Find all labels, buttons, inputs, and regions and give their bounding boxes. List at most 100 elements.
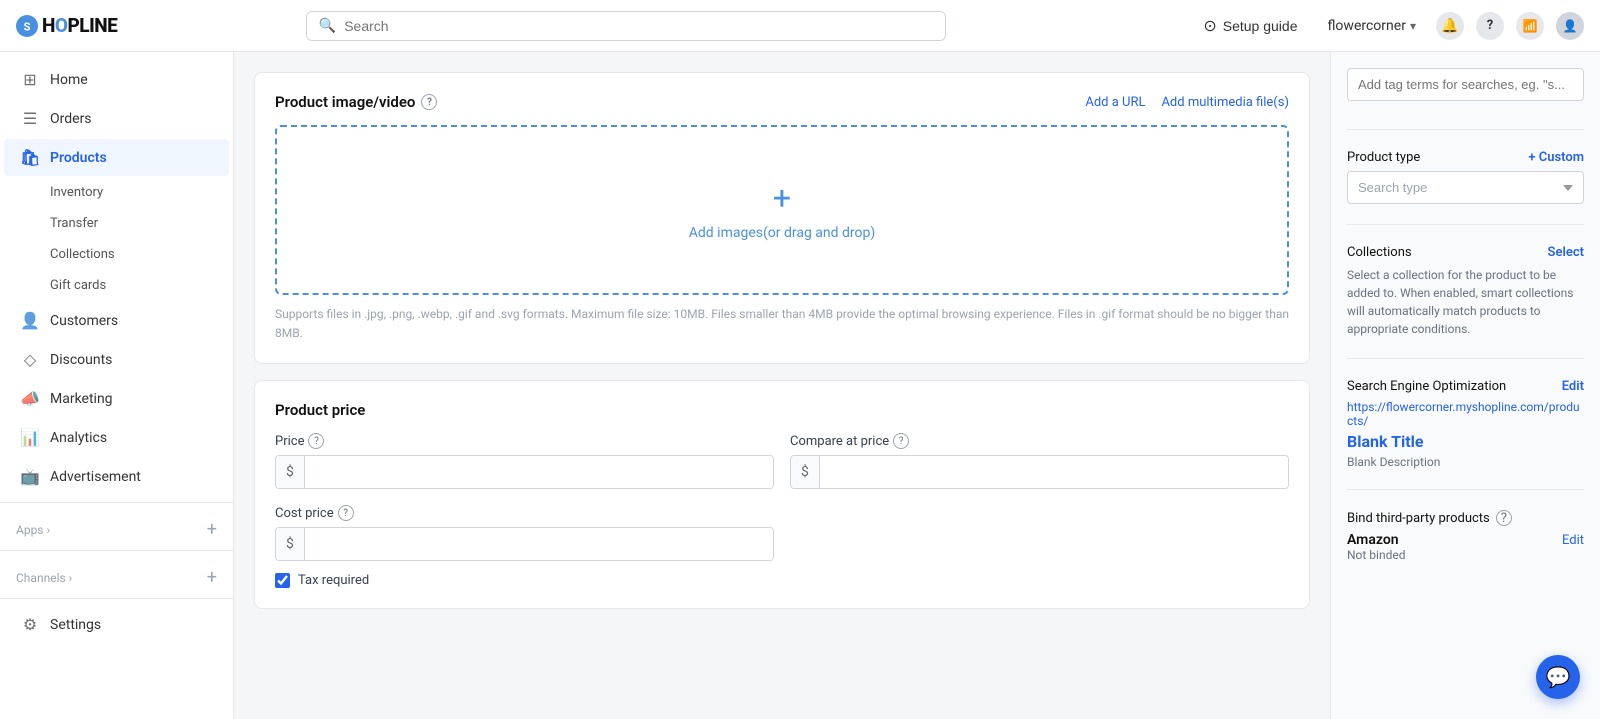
product-image-card: Product image/video ? Add a URL Add mult… bbox=[254, 72, 1310, 364]
customers-icon: 👤 bbox=[20, 311, 40, 330]
price-input[interactable] bbox=[305, 456, 773, 488]
collections-select-button[interactable]: Select bbox=[1548, 245, 1584, 260]
orders-icon: ☰ bbox=[20, 109, 40, 128]
seo-url: https://flowercorner.myshopline.com/prod… bbox=[1347, 400, 1584, 428]
search-input[interactable] bbox=[344, 18, 933, 34]
setup-guide-button[interactable]: ⊙ Setup guide bbox=[1193, 10, 1307, 42]
cost-price-label: Cost price ? bbox=[275, 505, 774, 521]
price-input-wrapper: $ bbox=[275, 455, 774, 489]
seo-product-title: Blank Title bbox=[1347, 432, 1584, 451]
compare-price-help-icon[interactable]: ? bbox=[893, 433, 909, 449]
search-bar: 🔍 bbox=[306, 11, 946, 41]
sidebar-item-advertisement[interactable]: 📺 Advertisement bbox=[4, 458, 229, 495]
header-right: ⊙ Setup guide flowercorner ▾ 🔔 ? 📶 👤 bbox=[1193, 10, 1584, 42]
collections-header: Collections Select bbox=[1347, 245, 1584, 260]
chevron-down-icon: ▾ bbox=[1410, 19, 1416, 33]
seo-header: Search Engine Optimization Edit bbox=[1347, 379, 1584, 394]
sidebar-item-products[interactable]: 🛍 Products bbox=[4, 139, 229, 176]
upload-text: Add images(or drag and drop) bbox=[689, 225, 875, 241]
bind-label: Bind third-party products bbox=[1347, 511, 1490, 526]
bind-section: Bind third-party products ? Amazon Edit … bbox=[1347, 510, 1584, 582]
wifi-button[interactable]: 📶 bbox=[1516, 12, 1544, 40]
apps-add-button[interactable]: + bbox=[207, 519, 217, 540]
add-url-button[interactable]: Add a URL bbox=[1085, 95, 1145, 110]
sidebar-item-discounts[interactable]: ◇ Discounts bbox=[4, 341, 229, 378]
product-price-title: Product price bbox=[275, 401, 1289, 419]
sidebar-sub-label: Transfer bbox=[50, 216, 98, 231]
price-help-icon[interactable]: ? bbox=[308, 433, 324, 449]
apps-label[interactable]: Apps › bbox=[16, 523, 50, 537]
sidebar-item-label: Advertisement bbox=[50, 469, 141, 485]
sidebar-sub-label: Collections bbox=[50, 247, 115, 262]
search-bar-wrapper: 🔍 bbox=[306, 11, 946, 41]
cost-price-input-wrapper: $ bbox=[275, 527, 774, 561]
product-image-actions: Add a URL Add multimedia file(s) bbox=[1085, 95, 1289, 110]
seo-label: Search Engine Optimization bbox=[1347, 379, 1506, 394]
content-area: Product image/video ? Add a URL Add mult… bbox=[234, 52, 1600, 719]
sidebar-item-settings[interactable]: ⚙ Settings bbox=[4, 606, 229, 643]
discounts-icon: ◇ bbox=[20, 350, 40, 369]
avatar[interactable]: 👤 bbox=[1556, 12, 1584, 40]
compare-price-input[interactable] bbox=[820, 456, 1288, 488]
wifi-icon: 📶 bbox=[1522, 19, 1537, 33]
main-layout: ⊞ Home ☰ Orders 🛍 Products Inventory Tra… bbox=[0, 52, 1600, 719]
marketing-icon: 📣 bbox=[20, 389, 40, 408]
amazon-edit-button[interactable]: Edit bbox=[1562, 533, 1584, 548]
sidebar-item-label: Home bbox=[50, 72, 88, 88]
price-group: Price ? $ bbox=[275, 433, 774, 489]
seo-product-desc: Blank Description bbox=[1347, 455, 1584, 469]
sidebar-item-label: Products bbox=[50, 150, 107, 166]
bind-help-icon[interactable]: ? bbox=[1496, 510, 1512, 526]
sidebar-item-marketing[interactable]: 📣 Marketing bbox=[4, 380, 229, 417]
notification-button[interactable]: 🔔 bbox=[1436, 12, 1464, 40]
settings-icon: ⚙ bbox=[20, 615, 40, 634]
upload-area[interactable]: + Add images(or drag and drop) bbox=[275, 125, 1289, 295]
tags-input[interactable] bbox=[1347, 68, 1584, 101]
help-button[interactable]: ? bbox=[1476, 12, 1504, 40]
sidebar-sub-item-inventory[interactable]: Inventory bbox=[4, 178, 229, 207]
collections-label: Collections bbox=[1347, 245, 1412, 260]
cost-price-input[interactable] bbox=[305, 528, 773, 560]
seo-section: Search Engine Optimization Edit https://… bbox=[1347, 379, 1584, 490]
help-icon: ? bbox=[1487, 18, 1493, 33]
upload-plus-icon: + bbox=[773, 179, 791, 217]
channels-add-button[interactable]: + bbox=[207, 567, 217, 588]
sidebar-section-apps: Apps › + bbox=[0, 509, 233, 544]
channels-label[interactable]: Channels › bbox=[16, 571, 72, 585]
collections-section: Collections Select Select a collection f… bbox=[1347, 245, 1584, 359]
svg-text:S: S bbox=[24, 20, 31, 33]
analytics-icon: 📊 bbox=[20, 428, 40, 447]
sidebar-item-orders[interactable]: ☰ Orders bbox=[4, 100, 229, 137]
sidebar-item-customers[interactable]: 👤 Customers bbox=[4, 302, 229, 339]
sidebar-item-analytics[interactable]: 📊 Analytics bbox=[4, 419, 229, 456]
add-multimedia-button[interactable]: Add multimedia file(s) bbox=[1161, 95, 1289, 110]
compare-price-input-wrapper: $ bbox=[790, 455, 1289, 489]
store-name[interactable]: flowercorner ▾ bbox=[1319, 14, 1423, 38]
advertisement-icon: 📺 bbox=[20, 467, 40, 486]
amazon-label: Amazon bbox=[1347, 532, 1399, 548]
sidebar-item-label: Settings bbox=[50, 617, 101, 633]
custom-button[interactable]: + Custom bbox=[1528, 150, 1584, 165]
sidebar-sub-label: Gift cards bbox=[50, 278, 106, 293]
cost-price-help-icon[interactable]: ? bbox=[338, 505, 354, 521]
sidebar-item-home[interactable]: ⊞ Home bbox=[4, 61, 229, 98]
tax-checkbox[interactable] bbox=[275, 573, 290, 588]
product-image-help-icon[interactable]: ? bbox=[421, 94, 437, 110]
sidebar-item-label: Orders bbox=[50, 111, 92, 127]
cost-price-prefix: $ bbox=[276, 528, 305, 560]
seo-edit-button[interactable]: Edit bbox=[1562, 379, 1584, 394]
setup-guide-label: Setup guide bbox=[1223, 18, 1298, 34]
home-icon: ⊞ bbox=[20, 70, 40, 89]
sidebar-item-label: Discounts bbox=[50, 352, 112, 368]
chat-fab-button[interactable]: 💬 bbox=[1536, 655, 1580, 699]
sidebar: ⊞ Home ☰ Orders 🛍 Products Inventory Tra… bbox=[0, 52, 234, 719]
price-prefix: $ bbox=[276, 456, 305, 488]
sidebar-sub-item-collections[interactable]: Collections bbox=[4, 240, 229, 269]
sidebar-divider-1 bbox=[0, 502, 233, 503]
search-icon: 🔍 bbox=[319, 18, 336, 34]
tags-section bbox=[1347, 68, 1584, 130]
sidebar-sub-item-gift-cards[interactable]: Gift cards bbox=[4, 271, 229, 300]
amazon-status: Not binded bbox=[1347, 548, 1584, 562]
product-type-select[interactable]: Search type bbox=[1347, 171, 1584, 204]
sidebar-sub-item-transfer[interactable]: Transfer bbox=[4, 209, 229, 238]
